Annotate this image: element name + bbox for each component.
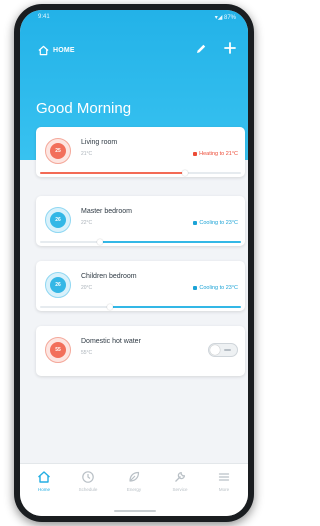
room-card-domestic-hot-water[interactable]: 55 Domestic hot water 55°C <box>36 326 245 376</box>
thermostat-icon-label: 25 <box>50 143 66 159</box>
nav-more[interactable]: More <box>206 470 242 492</box>
snowflake-icon <box>193 286 198 290</box>
room-status: Cooling to 23°C <box>193 220 238 226</box>
nav-label: Service <box>172 487 188 492</box>
pencil-icon[interactable] <box>194 42 208 56</box>
menu-icon <box>218 473 230 481</box>
status-indicators: ▾◢ 87% <box>214 15 236 21</box>
bottom-nav: Home Schedule Energy Service More <box>20 463 248 516</box>
temperature-slider[interactable] <box>40 239 241 245</box>
thermostat-icon: 26 <box>45 207 71 233</box>
room-status-text: Cooling to 23°C <box>199 285 238 291</box>
temperature-slider[interactable] <box>40 304 241 310</box>
room-name: Living room <box>81 139 118 146</box>
thermostat-icon-label: 26 <box>50 277 66 293</box>
nav-label: Home <box>37 487 50 492</box>
temperature-slider-thumb[interactable] <box>181 170 188 176</box>
room-name: Children bedroom <box>81 273 137 280</box>
wrench-icon <box>175 471 186 482</box>
temperature-slider-thumb[interactable] <box>107 304 114 310</box>
nav-service[interactable]: Service <box>162 470 198 492</box>
home-indicator <box>114 510 156 512</box>
status-time: 9:41 <box>38 14 50 20</box>
toggle-off-indicator <box>224 349 231 351</box>
leaf-icon <box>129 471 140 482</box>
room-temperature: 21°C <box>81 151 93 157</box>
snowflake-icon <box>193 221 198 225</box>
water-heater-icon: 55 <box>45 337 71 363</box>
thermostat-icon: 25 <box>45 138 71 164</box>
nav-label: Energy <box>126 487 142 492</box>
thermostat-icon-label: 26 <box>50 212 66 228</box>
nav-home[interactable]: Home <box>26 470 62 492</box>
room-status: Heating to 21°C <box>193 151 238 157</box>
room-name: Master bedroom <box>81 208 132 215</box>
clock-icon <box>82 471 94 483</box>
home-icon <box>38 45 49 55</box>
temperature-slider-fill <box>100 241 241 243</box>
app-screen: 9:41 ▾◢ 87% HOME Good Morning 25 Living … <box>20 10 248 516</box>
home-icon <box>38 471 50 483</box>
temperature-slider-thumb[interactable] <box>97 239 104 245</box>
home-selector-button[interactable]: HOME <box>38 42 75 58</box>
room-temperature: 20°C <box>81 285 93 291</box>
temperature-slider[interactable] <box>40 170 241 176</box>
nav-schedule[interactable]: Schedule <box>70 470 106 492</box>
room-card-master-bedroom[interactable]: 26 Master bedroom 22°C Cooling to 23°C <box>36 196 245 246</box>
room-card-children-bedroom[interactable]: 26 Children bedroom 20°C Cooling to 23°C <box>36 261 245 311</box>
plus-icon[interactable] <box>223 41 237 55</box>
room-status-text: Cooling to 23°C <box>199 220 238 226</box>
status-bar: 9:41 ▾◢ 87% <box>20 10 248 24</box>
room-name: Domestic hot water <box>81 338 141 345</box>
temperature-slider-fill <box>110 306 241 308</box>
thermostat-icon: 26 <box>45 272 71 298</box>
toggle-knob <box>210 345 220 355</box>
room-card-living-room[interactable]: 25 Living room 21°C Heating to 21°C <box>36 127 245 177</box>
nav-energy[interactable]: Energy <box>116 470 152 492</box>
room-status: Cooling to 23°C <box>193 285 238 291</box>
home-label: HOME <box>53 46 75 54</box>
greeting-title: Good Morning <box>36 100 132 117</box>
hot-water-toggle[interactable] <box>208 343 238 357</box>
temperature-slider-fill <box>40 172 185 174</box>
room-status-text: Heating to 21°C <box>199 151 238 157</box>
room-temperature: 55°C <box>81 350 93 356</box>
water-heater-icon-label: 55 <box>50 342 66 358</box>
nav-label: More <box>218 487 230 492</box>
nav-label: Schedule <box>78 487 98 492</box>
flame-icon <box>193 152 198 156</box>
room-temperature: 22°C <box>81 220 93 226</box>
